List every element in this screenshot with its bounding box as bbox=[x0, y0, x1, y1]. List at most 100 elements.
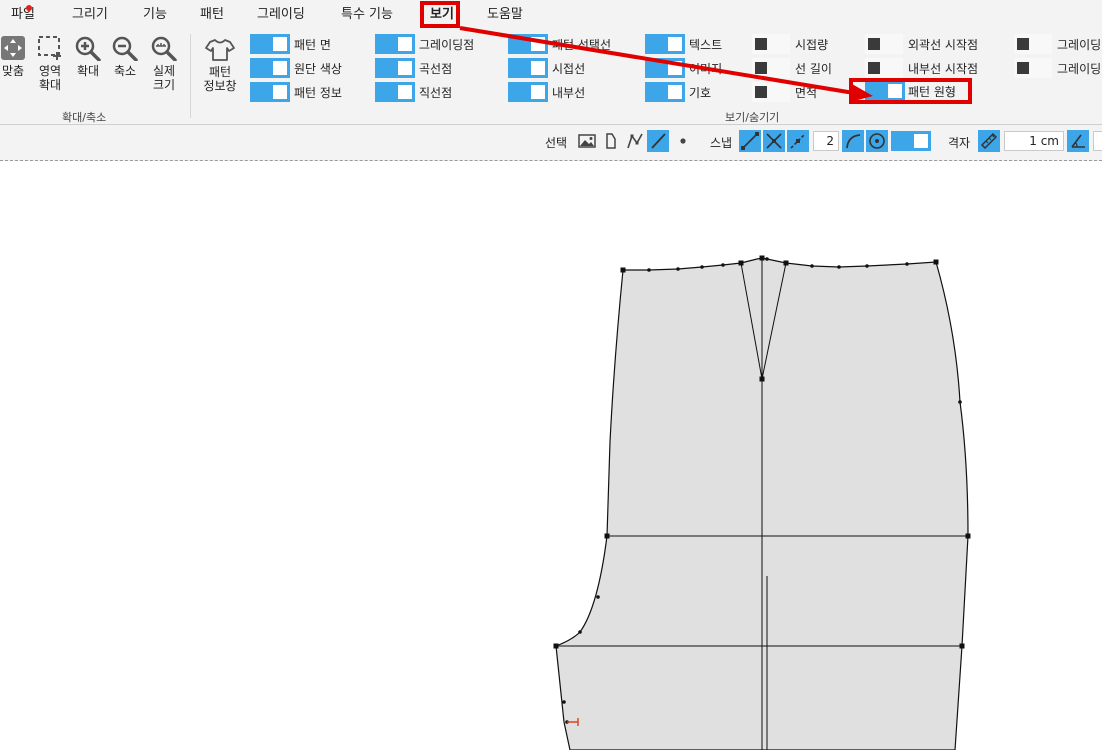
option-text[interactable]: 텍스트 bbox=[645, 34, 745, 54]
snap-endpoint-icon bbox=[741, 132, 759, 150]
menu-file[interactable]: 파일 bbox=[11, 0, 35, 30]
view-group-label: 보기/숨기기 bbox=[725, 111, 780, 124]
menu-special[interactable]: 특수 기능 bbox=[341, 0, 393, 30]
toggle-switch[interactable] bbox=[375, 58, 415, 78]
checkbox[interactable] bbox=[752, 82, 790, 102]
option-label: 내부선 bbox=[552, 86, 586, 100]
option-pattern-info[interactable]: 패턴 정보 bbox=[250, 82, 350, 102]
toggle-switch[interactable] bbox=[508, 58, 548, 78]
option-label: 그레이딩 bbox=[1057, 38, 1102, 52]
grid-size-input[interactable]: 1 cm bbox=[1004, 131, 1064, 151]
option-image[interactable]: 이미지 bbox=[645, 58, 745, 78]
option-seam-allowance[interactable]: 시접량 bbox=[752, 34, 852, 54]
menu-draw[interactable]: 그리기 bbox=[72, 0, 108, 30]
option-pattern-face[interactable]: 패턴 면 bbox=[250, 34, 350, 54]
select-pattern-button[interactable] bbox=[600, 130, 622, 152]
select-dot-button[interactable] bbox=[672, 130, 694, 152]
menu-function[interactable]: 기능 bbox=[143, 0, 167, 30]
menu-pattern[interactable]: 패턴 bbox=[200, 0, 224, 30]
option-grading-a[interactable]: 그레이딩 bbox=[1014, 34, 1102, 54]
checkbox[interactable] bbox=[752, 58, 790, 78]
snap-division-input[interactable]: 2 bbox=[813, 131, 839, 151]
shirt-icon bbox=[205, 39, 235, 61]
option-label: 외곽선 시작점 bbox=[908, 38, 979, 52]
fit-label: 맞춤 bbox=[1, 64, 25, 78]
snap-toggle[interactable] bbox=[891, 131, 931, 151]
line-icon bbox=[651, 133, 666, 149]
toggle-switch[interactable] bbox=[645, 82, 685, 102]
option-straight-point[interactable]: 직선점 bbox=[375, 82, 475, 102]
zoom-in-icon bbox=[75, 36, 101, 61]
actual-size-label: 실제 크기 bbox=[152, 64, 176, 92]
menu-grading[interactable]: 그레이딩 bbox=[257, 0, 305, 30]
toggle-switch[interactable] bbox=[250, 58, 290, 78]
pattern-info-label: 패턴 정보창 bbox=[203, 65, 237, 93]
option-pattern-selection-line[interactable]: 패턴 선택선 bbox=[508, 34, 628, 54]
grid-ruler-button[interactable] bbox=[978, 130, 1000, 152]
toggle-switch[interactable] bbox=[375, 82, 415, 102]
option-curve-point[interactable]: 곡선점 bbox=[375, 58, 475, 78]
select-point-button[interactable] bbox=[624, 130, 646, 152]
pattern-piece-icon bbox=[606, 133, 616, 149]
pattern-info-button[interactable]: 패턴 정보창 bbox=[198, 38, 242, 93]
fit-button[interactable]: 맞춤 bbox=[0, 35, 26, 78]
snap-center-button[interactable] bbox=[866, 130, 888, 152]
select-label: 선택 bbox=[545, 136, 568, 150]
option-label: 패턴 정보 bbox=[294, 86, 342, 100]
toggle-switch[interactable] bbox=[645, 58, 685, 78]
toggle-switch[interactable] bbox=[508, 34, 548, 54]
menu-help[interactable]: 도움말 bbox=[487, 0, 523, 30]
option-line-length[interactable]: 선 길이 bbox=[752, 58, 852, 78]
area-zoom-icon bbox=[38, 36, 61, 60]
zoom-out-button[interactable]: 축소 bbox=[110, 35, 140, 78]
snap-division-icon bbox=[790, 133, 806, 149]
option-label: 시접선 bbox=[552, 62, 586, 76]
grid-angle-input[interactable] bbox=[1093, 131, 1102, 151]
snap-division-button[interactable] bbox=[787, 130, 809, 152]
ribbon-separator bbox=[190, 34, 191, 118]
checkbox[interactable] bbox=[752, 34, 790, 54]
zoom-in-label: 확대 bbox=[76, 64, 100, 78]
option-inner-line[interactable]: 내부선 bbox=[508, 82, 608, 102]
dot-icon bbox=[680, 138, 686, 144]
area-zoom-label: 영역 확대 bbox=[38, 64, 62, 92]
select-image-button[interactable] bbox=[576, 130, 598, 152]
option-symbol[interactable]: 기호 bbox=[645, 82, 745, 102]
toggle-switch[interactable] bbox=[645, 34, 685, 54]
checkbox[interactable] bbox=[865, 58, 903, 78]
grid-angle-button[interactable] bbox=[1067, 130, 1089, 152]
snap-curve-button[interactable] bbox=[842, 130, 864, 152]
option-label: 그레이딩 bbox=[1057, 62, 1102, 76]
snap-intersection-button[interactable] bbox=[763, 130, 785, 152]
menu-bar: 파일 그리기 기능 패턴 그레이딩 특수 기능 보기 도움말 bbox=[0, 0, 1102, 30]
snap-intersection-icon bbox=[766, 133, 782, 149]
option-fabric-color[interactable]: 원단 색상 bbox=[250, 58, 350, 78]
option-label: 직선점 bbox=[419, 86, 453, 100]
option-grading-point[interactable]: 그레이딩점 bbox=[375, 34, 485, 54]
grid-label: 격자 bbox=[948, 136, 971, 150]
checkbox[interactable] bbox=[865, 34, 903, 54]
toggle-switch[interactable] bbox=[375, 34, 415, 54]
snap-endpoint-button[interactable] bbox=[739, 130, 761, 152]
option-area[interactable]: 면적 bbox=[752, 82, 852, 102]
toggle-switch[interactable] bbox=[508, 82, 548, 102]
option-label: 패턴 면 bbox=[294, 38, 331, 52]
toggle-switch[interactable] bbox=[250, 34, 290, 54]
option-outer-start-point[interactable]: 외곽선 시작점 bbox=[865, 34, 995, 54]
area-zoom-button[interactable]: 영역 확대 bbox=[34, 35, 66, 92]
option-label: 곡선점 bbox=[419, 62, 453, 76]
select-line-button[interactable] bbox=[647, 130, 669, 152]
zoom-out-label: 축소 bbox=[113, 64, 137, 78]
option-grading-b[interactable]: 그레이딩 bbox=[1014, 58, 1102, 78]
option-inner-start-point[interactable]: 내부선 시작점 bbox=[865, 58, 995, 78]
checkbox[interactable] bbox=[1014, 34, 1052, 54]
option-seam-line[interactable]: 시접선 bbox=[508, 58, 608, 78]
toggle-switch[interactable] bbox=[250, 82, 290, 102]
pattern-canvas[interactable] bbox=[0, 162, 1102, 750]
image-icon bbox=[578, 134, 596, 148]
actual-size-button[interactable]: 실제 크기 bbox=[148, 35, 180, 92]
ruler-zoom-icon bbox=[151, 36, 177, 61]
option-label: 기호 bbox=[689, 86, 712, 100]
zoom-in-button[interactable]: 확대 bbox=[73, 35, 103, 78]
checkbox[interactable] bbox=[1014, 58, 1052, 78]
